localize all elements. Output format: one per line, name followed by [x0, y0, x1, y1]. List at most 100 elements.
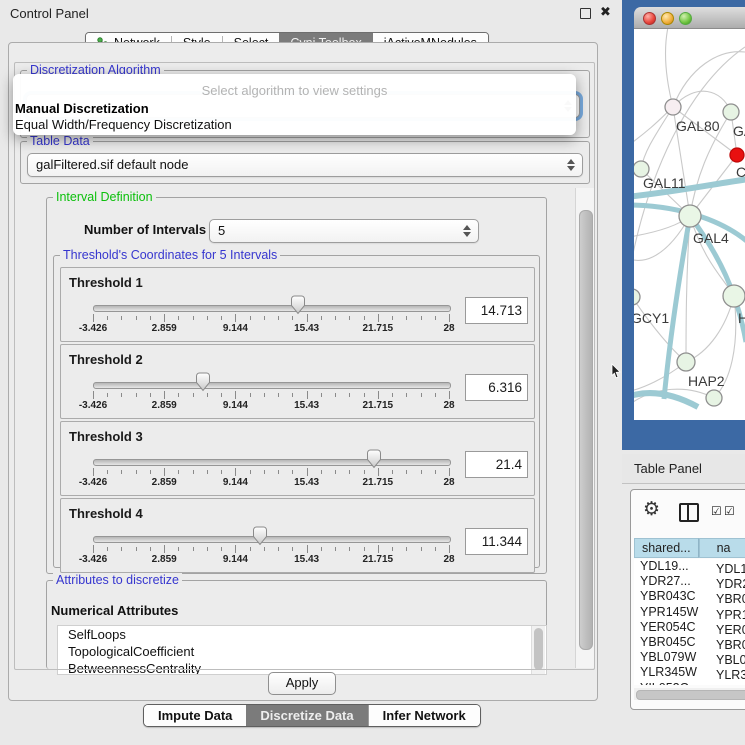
close-icon[interactable]: ✖ — [600, 4, 611, 20]
threshold-slider[interactable]: -3.4262.8599.14415.4321.71528 — [61, 345, 534, 418]
algorithm-option-manual[interactable]: Manual Discretization — [15, 101, 149, 116]
network-canvas[interactable]: GAL80 GA C GAL11 GAL4 GCY1 H HAP2 — [634, 29, 745, 420]
node-hap2[interactable] — [677, 353, 695, 371]
tab-label: Impute Data — [158, 708, 232, 723]
cell: YDR27... — [634, 574, 712, 588]
threshold-value-field[interactable]: 21.4 — [465, 451, 528, 478]
network-window-titlebar[interactable] — [634, 7, 745, 29]
select-all-checkbox-icon[interactable]: ☑ — [711, 504, 722, 518]
network-nodes[interactable] — [634, 99, 745, 406]
apply-button[interactable]: Apply — [268, 672, 336, 695]
table-row[interactable]: YBR043CYBR0 — [634, 589, 745, 604]
numerical-attributes-list[interactable]: SelfLoops TopologicalCoefficient Between… — [57, 625, 547, 675]
tick-label: 21.715 — [363, 477, 394, 488]
list-scrollbar[interactable] — [531, 626, 545, 674]
threshold-value-field[interactable]: 14.713 — [465, 297, 528, 324]
slider-thumb-icon[interactable] — [366, 449, 382, 469]
scrollbar-thumb[interactable] — [636, 690, 745, 700]
node-gcy1[interactable] — [634, 289, 640, 305]
tab-discretize-data[interactable]: Discretize Data — [246, 705, 367, 726]
tab-label: Infer Network — [383, 708, 466, 723]
app-screen: Control Panel ✖ Network Style Select Cyn… — [0, 0, 745, 745]
threshold-slider[interactable]: -3.4262.8599.14415.4321.71528 — [61, 499, 534, 572]
number-of-intervals-label: Number of Intervals — [84, 222, 206, 237]
tab-infer-network[interactable]: Infer Network — [369, 705, 480, 726]
node-h[interactable] — [723, 285, 745, 307]
cell: YBL079W — [634, 650, 712, 664]
list-item[interactable]: TopologicalCoefficient — [58, 643, 546, 660]
tick-label: 28 — [443, 554, 454, 565]
table-header-row: shared... na — [634, 538, 745, 558]
float-window-icon[interactable] — [580, 8, 591, 19]
slider-track[interactable] — [93, 382, 451, 389]
table-body[interactable]: YDL19...YDL1 YDR27...YDR2 YBR043CYBR0 YP… — [634, 559, 745, 685]
column-header-name[interactable]: na — [699, 538, 745, 558]
slider-ticks — [93, 391, 449, 400]
table-row[interactable]: YDL19...YDL1 — [634, 559, 745, 574]
threshold-slider[interactable]: -3.4262.8599.14415.4321.71528 — [61, 268, 534, 341]
select-checkbox-icon[interactable]: ☑ — [724, 504, 735, 518]
node-ga[interactable] — [723, 104, 739, 120]
settings-scrollbar[interactable] — [575, 188, 594, 668]
scrollbar-thumb[interactable] — [579, 210, 593, 650]
slider-track[interactable] — [93, 305, 451, 312]
threshold-value-field[interactable]: 11.344 — [465, 528, 528, 555]
threshold-value-field[interactable]: 6.316 — [465, 374, 528, 401]
network-graph: GAL80 GA C GAL11 GAL4 GCY1 H HAP2 — [634, 29, 745, 420]
cyni-bottom-tabbar: Impute Data Discretize Data Infer Networ… — [143, 704, 481, 727]
table-data-combobox[interactable]: galFiltered.sif default node — [27, 153, 583, 177]
number-of-intervals-value: 5 — [218, 223, 225, 238]
slider-tick-labels: -3.4262.8599.14415.4321.71528 — [93, 400, 449, 412]
threshold-row: Threshold 4 -3.4262.8599.14415.4321.7152… — [60, 498, 535, 573]
slider-track[interactable] — [93, 536, 451, 543]
slider-tick-labels: -3.4262.8599.14415.4321.71528 — [93, 477, 449, 489]
table-data-selected-value: galFiltered.sif default node — [36, 157, 188, 172]
tick-label: -3.426 — [79, 554, 107, 565]
table-data-group: Table Data galFiltered.sif default node — [20, 141, 590, 184]
table-row[interactable]: YPR145WYPR1 — [634, 605, 745, 620]
network-node-labels: GAL80 GA C GAL11 GAL4 GCY1 H HAP2 — [634, 118, 745, 389]
node-gal4[interactable] — [679, 205, 701, 227]
column-header-shared[interactable]: shared... — [634, 538, 699, 558]
group-title: Attributes to discretize — [53, 573, 182, 587]
table-row[interactable]: YER054CYER0 — [634, 620, 745, 635]
mac-zoom-button[interactable] — [679, 12, 692, 25]
threshold-slider[interactable]: -3.4262.8599.14415.4321.71528 — [61, 422, 534, 495]
number-of-intervals-combobox[interactable]: 5 — [209, 219, 479, 243]
network-window: GAL80 GA C GAL11 GAL4 GCY1 H HAP2 — [634, 7, 745, 420]
control-panel-title: Control Panel — [10, 6, 89, 21]
threshold-row: Threshold 3 -3.4262.8599.14415.4321.7152… — [60, 421, 535, 496]
cell: YIL0 — [712, 684, 742, 686]
node-label: C — [736, 164, 745, 180]
slider-track[interactable] — [93, 459, 451, 466]
table-row[interactable]: YIL052CYIL0 — [634, 681, 745, 686]
mac-close-button[interactable] — [643, 12, 656, 25]
tick-label: -3.426 — [79, 323, 107, 334]
algorithm-prompt: Select algorithm to view settings — [13, 83, 576, 98]
tick-label: 21.715 — [363, 323, 394, 334]
node-partial[interactable] — [706, 390, 722, 406]
table-row[interactable]: YBL079WYBL0 — [634, 650, 745, 665]
cell: YIL052C — [634, 681, 712, 686]
node-gal80[interactable] — [665, 99, 681, 115]
algorithm-option-equal-width[interactable]: Equal Width/Frequency Discretization — [15, 117, 232, 132]
table-row[interactable]: YBR045CYBR0 — [634, 635, 745, 650]
node-red-selected[interactable] — [730, 148, 744, 162]
slider-thumb-icon[interactable] — [195, 372, 211, 392]
mac-minimize-button[interactable] — [661, 12, 674, 25]
cell: YBR043C — [634, 589, 712, 603]
threshold-row: Threshold 1 -3.4262.8599.14415.4321.7152… — [60, 267, 535, 342]
gear-icon[interactable]: ⚙ — [643, 498, 660, 521]
slider-thumb-icon[interactable] — [252, 526, 268, 546]
table-row[interactable]: YDR27...YDR2 — [634, 574, 745, 589]
node-label: GAL80 — [676, 118, 720, 134]
column-layout-icon[interactable] — [679, 503, 699, 522]
table-hscrollbar[interactable] — [634, 688, 745, 700]
cell: YBR045C — [634, 635, 712, 649]
tick-label: -3.426 — [79, 477, 107, 488]
tab-impute-data[interactable]: Impute Data — [144, 705, 246, 726]
mouse-cursor-icon — [610, 363, 622, 379]
slider-thumb-icon[interactable] — [290, 295, 306, 315]
list-item[interactable]: SelfLoops — [58, 626, 546, 643]
table-row[interactable]: YLR345WYLR3 — [634, 665, 745, 680]
